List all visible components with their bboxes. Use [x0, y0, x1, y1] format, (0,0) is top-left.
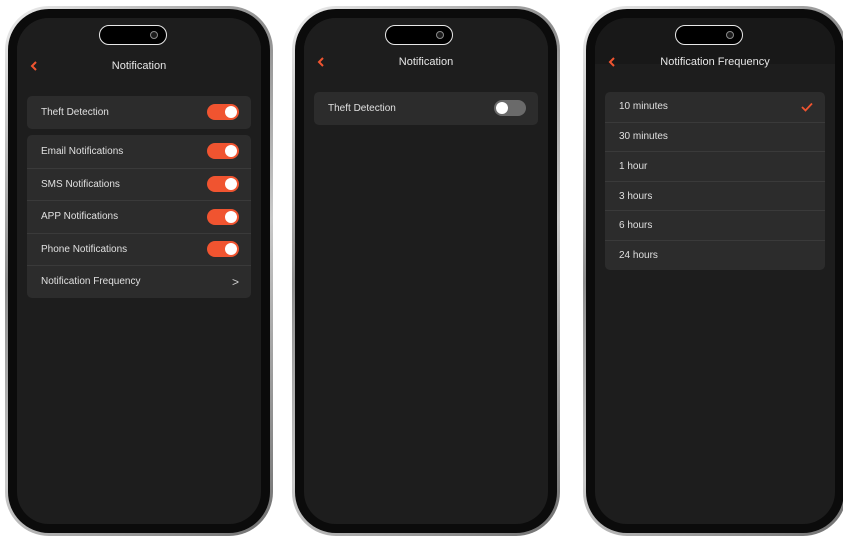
phone-frame-frequency: Notification Frequency 10 minutes 30 min… [583, 6, 843, 536]
theft-detection-row: Theft Detection [27, 96, 251, 129]
dynamic-island [99, 25, 167, 45]
theft-detection-label: Theft Detection [328, 102, 396, 114]
frequency-option-label: 1 hour [619, 160, 648, 172]
frequency-option-3-hours[interactable]: 3 hours [605, 180, 825, 211]
notification-screen: Notification Theft Detection Email Notif… [17, 18, 261, 524]
theft-detection-toggle[interactable] [494, 100, 526, 117]
theft-detection-label: Theft Detection [41, 106, 109, 118]
toggle-knob [225, 178, 237, 191]
page-title: Notification [111, 60, 167, 72]
email-notifications-row: Email Notifications [27, 135, 251, 168]
theft-detection-toggle[interactable] [207, 104, 239, 121]
frequency-option-6-hours[interactable]: 6 hours [605, 210, 825, 240]
phone-notifications-row: Phone Notifications [27, 232, 251, 266]
phone-bezel: Notification Theft Detection Email Notif… [8, 9, 270, 533]
camera-icon [150, 31, 158, 39]
phone-bezel: Notification Theft Detection [295, 9, 557, 533]
sms-notifications-toggle[interactable] [207, 176, 239, 193]
sms-notifications-row: SMS Notifications [27, 167, 251, 201]
camera-icon [726, 31, 734, 39]
checkmark-icon [801, 102, 813, 112]
notification-frequency-screen: Notification Frequency 10 minutes 30 min… [595, 18, 835, 524]
sms-notifications-label: SMS Notifications [41, 178, 120, 190]
nav-bar [17, 18, 261, 71]
phone-notifications-toggle[interactable] [207, 241, 239, 258]
chevron-right-icon: > [231, 274, 239, 289]
phone-frame-notification: Notification Theft Detection Email Notif… [5, 6, 273, 536]
app-notifications-label: APP Notifications [41, 211, 119, 223]
frequency-option-30-minutes[interactable]: 30 minutes [605, 121, 825, 152]
toggle-knob [225, 210, 237, 223]
page-title: Notification [398, 56, 454, 68]
email-notifications-label: Email Notifications [41, 145, 124, 157]
camera-icon [436, 31, 444, 39]
notification-frequency-label: Notification Frequency [41, 276, 141, 288]
theft-detection-group: Theft Detection [314, 92, 538, 125]
toggle-knob [496, 102, 508, 115]
frequency-option-label: 10 minutes [619, 101, 668, 113]
page-title: Notification Frequency [660, 56, 770, 68]
frequency-option-label: 30 minutes [619, 131, 668, 143]
phone-notifications-label: Phone Notifications [41, 243, 128, 255]
theft-detection-group: Theft Detection [27, 96, 251, 129]
toggle-knob [225, 243, 237, 256]
frequency-options-list: 10 minutes 30 minutes 1 hour 3 hours 6 h… [605, 92, 825, 270]
email-notifications-toggle[interactable] [207, 143, 239, 160]
dynamic-island [675, 25, 743, 45]
theft-detection-row: Theft Detection [314, 92, 538, 125]
notification-settings-group: Email Notifications SMS Notifications AP… [27, 135, 251, 298]
notification-frequency-row[interactable]: Notification Frequency > [27, 265, 251, 298]
toggle-knob [225, 145, 237, 158]
frequency-option-24-hours[interactable]: 24 hours [605, 239, 825, 270]
phone-frame-theft-off: Notification Theft Detection [292, 6, 560, 536]
frequency-option-label: 24 hours [619, 249, 658, 261]
frequency-option-1-hour[interactable]: 1 hour [605, 151, 825, 181]
app-notifications-row: APP Notifications [27, 200, 251, 233]
frequency-option-label: 6 hours [619, 220, 653, 232]
app-notifications-toggle[interactable] [207, 208, 239, 225]
frequency-option-10-minutes[interactable]: 10 minutes [605, 92, 825, 122]
phone-bezel: Notification Frequency 10 minutes 30 min… [586, 9, 843, 533]
toggle-knob [225, 106, 237, 119]
dynamic-island [385, 25, 453, 45]
frequency-option-label: 3 hours [619, 190, 653, 202]
notification-screen-theft-off: Notification Theft Detection [304, 18, 548, 524]
